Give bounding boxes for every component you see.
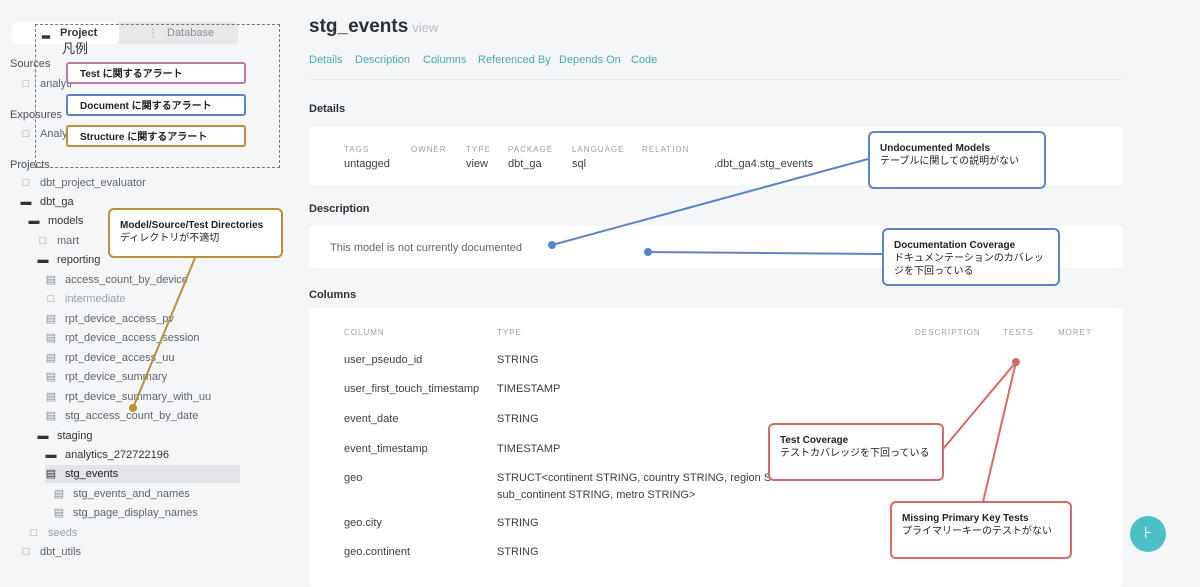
note-undocumented: Undocumented Models テーブルに関しての説明がない <box>868 131 1046 189</box>
tests-dot <box>1012 358 1020 366</box>
note-directories: Model/Source/Test Directories ディレクトリが不適切 <box>108 208 283 258</box>
lineage-icon: ⊦ <box>1143 525 1153 542</box>
doccov-connector <box>647 251 883 255</box>
legend-test: Test に関するアラート <box>66 62 246 84</box>
lineage-button[interactable]: ⊦ <box>1130 516 1166 552</box>
legend-title: 凡例 <box>62 41 89 56</box>
dirs-dot <box>129 404 137 412</box>
note-missing-pk: Missing Primary Key Tests プライマリーキーのテストがない <box>890 501 1072 559</box>
legend-structure: Structure に関するアラート <box>66 125 246 147</box>
legend-document: Document に関するアラート <box>66 94 246 116</box>
dirs-connector <box>132 257 196 409</box>
note-test-coverage: Test Coverage テストカバレッジを下回っている <box>768 423 944 481</box>
doccov-dot <box>644 248 652 256</box>
note-doc-coverage: Documentation Coverage ドキュメンテーションのカバレッジを下… <box>882 228 1060 286</box>
undoc-connector <box>551 158 869 246</box>
undoc-dot <box>548 241 556 249</box>
